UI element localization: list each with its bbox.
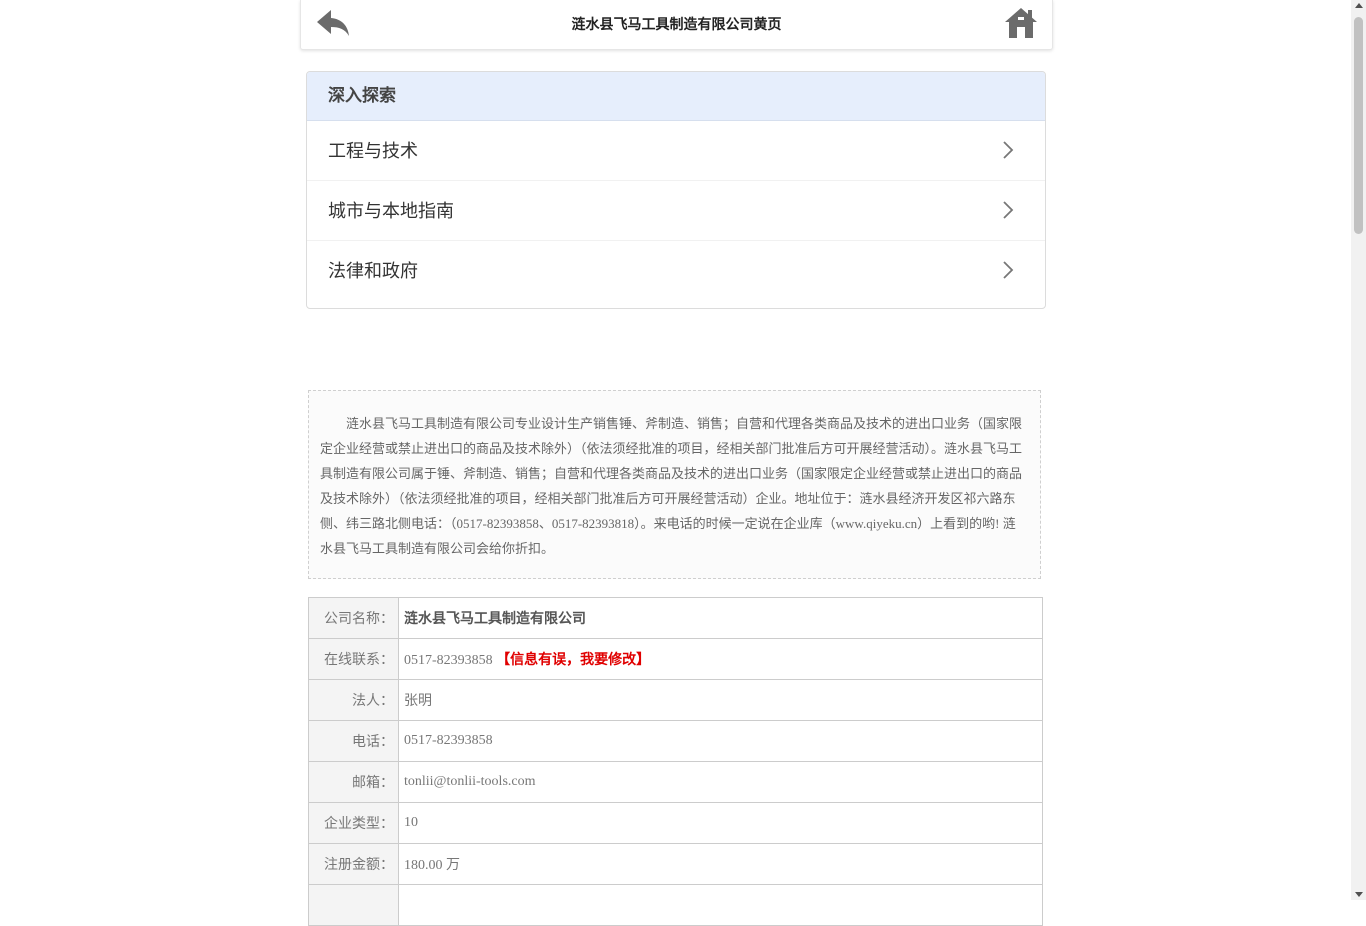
table-row: 电话： 0517-82393858 xyxy=(308,720,1043,762)
table-row: 企业类型： 10 xyxy=(308,802,1043,844)
chevron-right-icon xyxy=(1003,141,1014,159)
table-row: 注册金额： 180.00 万 xyxy=(308,843,1043,885)
explore-item-label: 城市与本地指南 xyxy=(328,201,454,222)
online-contact-label: 在线联系： xyxy=(308,638,399,680)
company-type-value: 10 xyxy=(398,802,1043,844)
company-type-label: 企业类型： xyxy=(308,802,399,844)
explore-item-label: 工程与技术 xyxy=(328,141,418,162)
explore-item-law-government[interactable]: 法律和政府 xyxy=(307,241,1045,300)
phone-value: 0517-82393858 xyxy=(398,720,1043,762)
table-cell xyxy=(398,884,1043,926)
table-row: 法人： 张明 xyxy=(308,679,1043,721)
explore-panel: 深入探索 工程与技术 城市与本地指南 法律和政府 xyxy=(306,71,1046,309)
home-icon xyxy=(1005,8,1037,38)
vertical-scrollbar[interactable] xyxy=(1351,0,1366,900)
chevron-right-icon xyxy=(1003,201,1014,219)
online-contact-value: 0517-82393858 xyxy=(404,653,493,668)
online-contact-cell: 0517-82393858 【信息有误，我要修改】 xyxy=(398,638,1043,680)
report-error-link[interactable]: 【信息有误，我要修改】 xyxy=(496,653,650,668)
table-row: 邮箱： tonlii@tonlii-tools.com xyxy=(308,761,1043,803)
top-header: 涟水县飞马工具制造有限公司黄页 xyxy=(300,0,1053,50)
explore-item-label: 法律和政府 xyxy=(328,261,418,282)
legal-person-value: 张明 xyxy=(398,679,1043,721)
phone-label: 电话： xyxy=(308,720,399,762)
company-info-table: 公司名称： 涟水县飞马工具制造有限公司 在线联系： 0517-82393858 … xyxy=(308,597,1043,926)
company-name-label: 公司名称： xyxy=(308,597,399,639)
table-row xyxy=(308,884,1043,926)
registered-capital-value: 180.00 万 xyxy=(398,843,1043,885)
scrollbar-thumb[interactable] xyxy=(1354,17,1363,234)
chevron-right-icon xyxy=(1003,261,1014,279)
explore-panel-title: 深入探索 xyxy=(307,72,1045,121)
explore-item-city-guide[interactable]: 城市与本地指南 xyxy=(307,181,1045,241)
explore-item-engineering[interactable]: 工程与技术 xyxy=(307,121,1045,181)
table-cell xyxy=(308,884,399,926)
scroll-down-arrow-icon[interactable] xyxy=(1355,892,1363,897)
table-row: 在线联系： 0517-82393858 【信息有误，我要修改】 xyxy=(308,638,1043,680)
email-label: 邮箱： xyxy=(308,761,399,803)
company-name-value: 涟水县飞马工具制造有限公司 xyxy=(398,597,1043,639)
legal-person-label: 法人： xyxy=(308,679,399,721)
page-title: 涟水县飞马工具制造有限公司黄页 xyxy=(571,17,782,33)
company-description: 涟水县飞马工具制造有限公司专业设计生产销售锤、斧制造、销售；自营和代理各类商品及… xyxy=(308,390,1041,579)
table-row: 公司名称： 涟水县飞马工具制造有限公司 xyxy=(308,597,1043,639)
email-value: tonlii@tonlii-tools.com xyxy=(398,761,1043,803)
registered-capital-label: 注册金额： xyxy=(308,843,399,885)
scroll-up-arrow-icon[interactable] xyxy=(1355,3,1363,8)
home-button[interactable] xyxy=(1004,6,1038,40)
